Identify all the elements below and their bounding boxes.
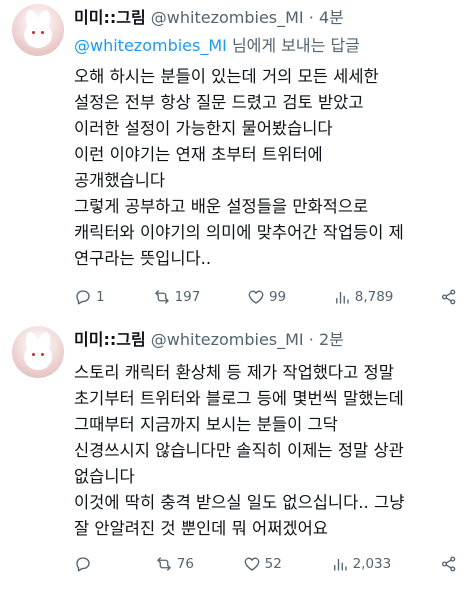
- retweet-icon: [154, 290, 169, 304]
- tweet-line: 공개했습니다: [74, 171, 166, 190]
- views-button[interactable]: 8,789: [333, 288, 394, 306]
- tweet-line: 이러한 설정이 가능한지 물어봤습니다: [74, 119, 333, 138]
- avatar-face: [24, 344, 52, 370]
- like-icon: [248, 290, 264, 304]
- tweet-line: 초기부터 트위터와 블로그 등에 몇번씩 말했는데: [74, 389, 404, 408]
- tweet-line: 이런 이야기는 연재 초부터 트위터에: [74, 145, 323, 164]
- tweet-line: 신경쓰시지 않습니다만 솔직히 이제는 정말 상관: [74, 441, 404, 460]
- avatar-eye: [41, 353, 44, 356]
- tweet-line: 없습니다: [74, 467, 135, 486]
- views-count: 2,033: [352, 556, 392, 572]
- views-icon: [333, 558, 347, 571]
- reply-suffix: 님에게 보내는 답글: [226, 36, 360, 55]
- reply-button[interactable]: [74, 555, 106, 573]
- tweet-line: 그렇게 공부하고 배운 설정들을 만화적으로: [74, 197, 369, 216]
- like-count: 52: [264, 556, 282, 572]
- action-bar: 1 197 99 8,789: [74, 288, 458, 306]
- views-button[interactable]: 2,033: [331, 555, 392, 573]
- tweet-text: 스토리 캐릭터 환상체 등 제가 작업했다고 정말 초기부터 트위터와 블로그 …: [74, 360, 462, 542]
- reply-button[interactable]: 1: [74, 288, 106, 306]
- author-name[interactable]: 미미::그림: [74, 330, 146, 349]
- timestamp[interactable]: 2분: [319, 330, 344, 349]
- timestamp[interactable]: 4분: [319, 8, 344, 27]
- tweet-line: 이것에 딱히 충격 받으실 일도 없으십니다.. 그냥: [74, 493, 405, 512]
- tweet-line: 스토리 캐릭터 환상체 등 제가 작업했다고 정말: [74, 363, 394, 382]
- retweet-count: 76: [176, 556, 194, 572]
- avatar-eye: [32, 31, 35, 34]
- tweet-header: 미미::그림 @whitezombies_MI · 4분: [74, 6, 462, 32]
- separator-dot: ·: [308, 330, 314, 349]
- like-button[interactable]: 52: [243, 555, 282, 573]
- avatar-eye: [41, 31, 44, 34]
- avatar[interactable]: [12, 326, 64, 378]
- separator-dot: ·: [308, 8, 314, 27]
- reply-icon: [76, 290, 90, 305]
- tweet-text: 오해 하시는 분들이 있는데 거의 모든 세세한 설정은 전부 항상 질문 드렸…: [74, 64, 462, 272]
- reply-count: 1: [96, 289, 105, 305]
- retweet-icon: [157, 557, 171, 571]
- tweet-line: 그때부터 지금까지 보시는 분들이 그닥: [74, 415, 338, 434]
- reply-mention[interactable]: @whitezombies_MI: [74, 36, 227, 55]
- tweet-line: 캐릭터와 이야기의 의미에 맞추어간 작업등이 제: [74, 223, 404, 242]
- author-handle[interactable]: @whitezombies_MI: [151, 330, 304, 349]
- tweet-line: 설정은 전부 항상 질문 드렸고 검토 받았고: [74, 93, 364, 112]
- share-button[interactable]: [440, 555, 458, 573]
- reply-icon: [76, 557, 90, 572]
- avatar-face: [24, 22, 52, 48]
- share-icon: [441, 556, 456, 572]
- avatar-eye: [32, 353, 35, 356]
- like-count: 99: [268, 289, 287, 305]
- like-button[interactable]: 99: [247, 288, 286, 306]
- reply-context: @whitezombies_MI 님에게 보내는 답글: [74, 34, 462, 58]
- share-button[interactable]: [440, 288, 458, 306]
- retweet-count: 197: [174, 289, 201, 305]
- views-icon: [335, 291, 349, 304]
- views-count: 8,789: [354, 289, 394, 305]
- tweet-header: 미미::그림 @whitezombies_MI · 2분: [74, 328, 462, 354]
- share-icon: [441, 289, 456, 305]
- tweet-line: 잘 안알려진 것 뿐인데 뭐 어쩌겠어요: [74, 519, 328, 538]
- author-handle[interactable]: @whitezombies_MI: [151, 8, 304, 27]
- author-name[interactable]: 미미::그림: [74, 8, 146, 27]
- retweet-button[interactable]: 197: [153, 288, 201, 306]
- avatar[interactable]: [12, 4, 64, 56]
- tweet-1[interactable]: 미미::그림 @whitezombies_MI · 4분 @whitezombi…: [0, 0, 474, 318]
- tweet-line: 오해 하시는 분들이 있는데 거의 모든 세세한: [74, 67, 379, 86]
- tweet-2[interactable]: 미미::그림 @whitezombies_MI · 2분 스토리 캐릭터 환상체…: [0, 318, 474, 572]
- tweet-line: 연구라는 뜻입니다..: [74, 249, 212, 268]
- like-icon: [244, 557, 260, 571]
- retweet-button[interactable]: 76: [155, 555, 194, 573]
- action-bar: 76 52 2,033: [74, 555, 458, 573]
